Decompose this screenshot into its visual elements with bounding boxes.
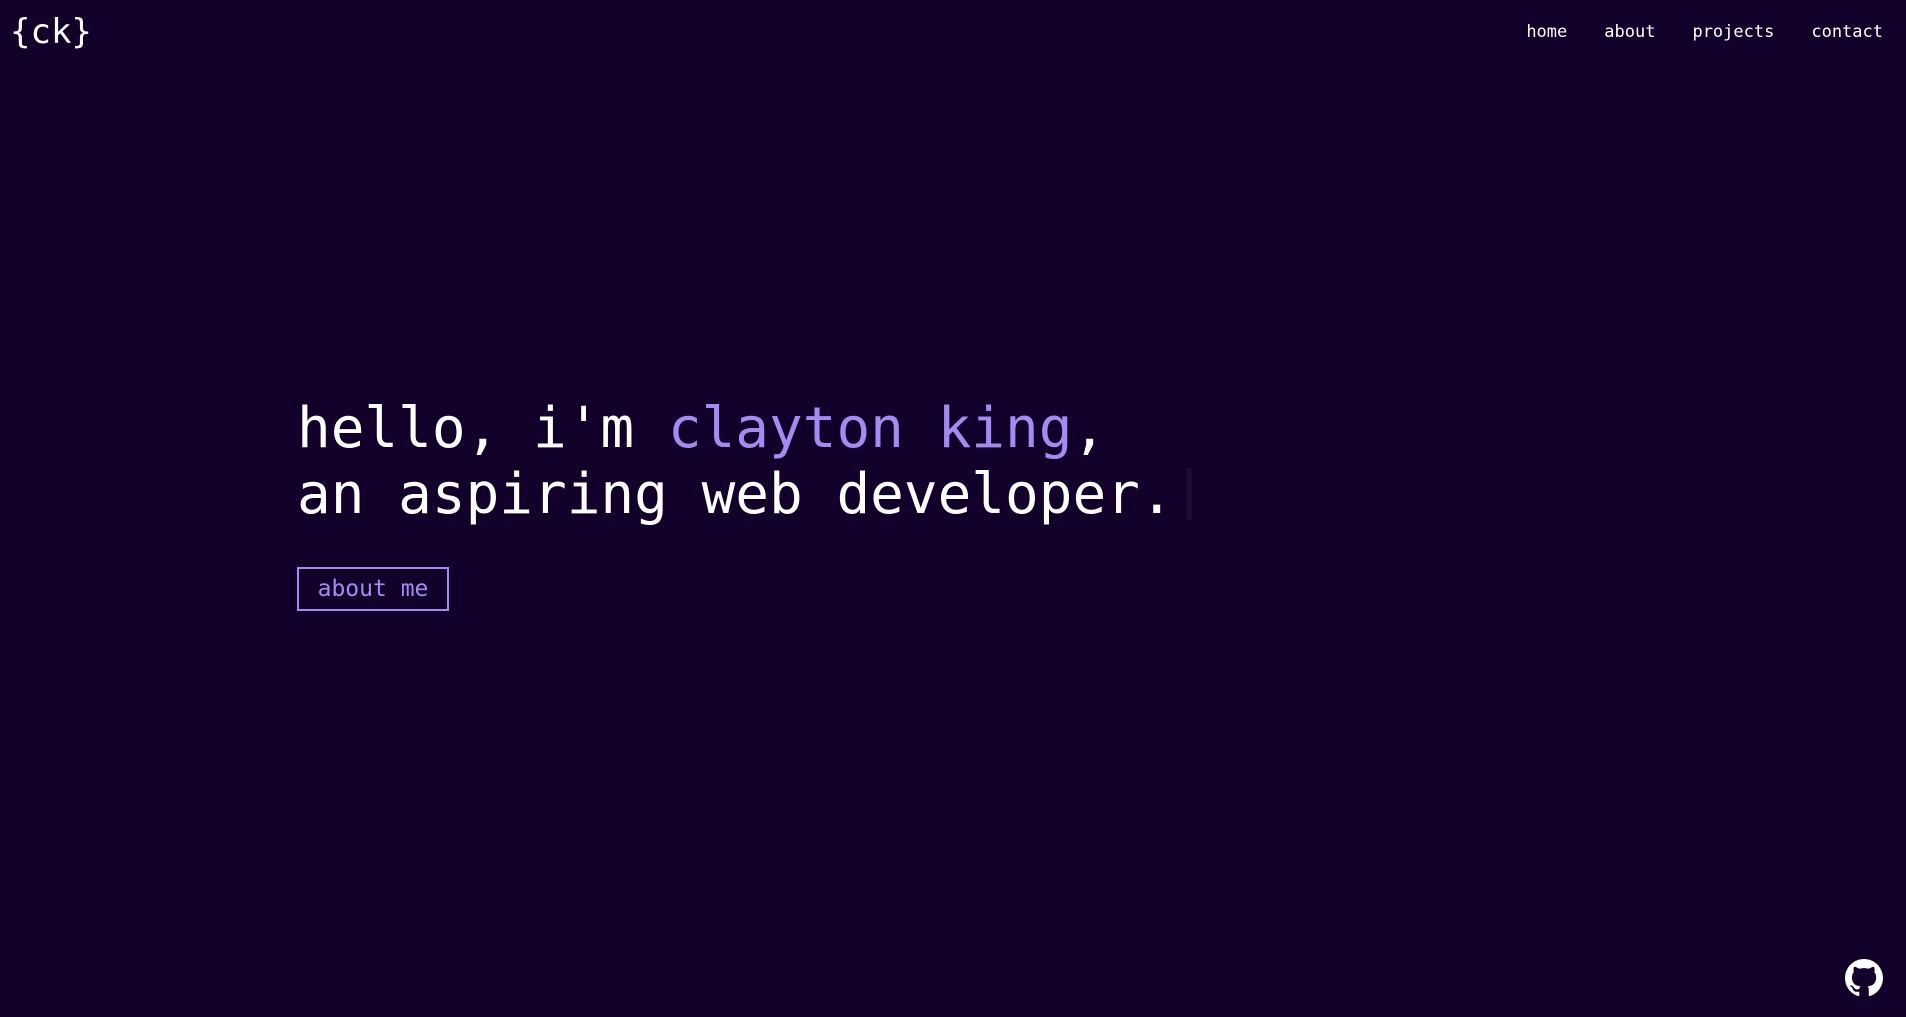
github-icon[interactable] [1845, 959, 1883, 997]
nav-contact-link[interactable]: contact [1811, 21, 1883, 43]
hero-section: hello, i'm clayton king, an aspiring web… [297, 396, 1192, 528]
nav-home-link[interactable]: home [1526, 21, 1567, 43]
hero-greeting: hello, i'm clayton king, [297, 396, 1192, 462]
hero-tagline: an aspiring web developer. [297, 462, 1192, 528]
site-logo[interactable]: {ck} [10, 12, 92, 52]
nav-about-link[interactable]: about [1604, 21, 1655, 43]
typing-cursor [1185, 467, 1192, 520]
hero-tagline-text: an aspiring web developer. [297, 462, 1174, 527]
hero-greeting-suffix: , [1072, 396, 1107, 461]
main-nav: home about projects contact [1526, 21, 1883, 43]
hero-name: clayton king [667, 396, 1073, 461]
hero-greeting-prefix: hello, i'm [297, 396, 668, 461]
nav-projects-link[interactable]: projects [1692, 21, 1774, 43]
about-me-button[interactable]: about me [297, 567, 449, 611]
